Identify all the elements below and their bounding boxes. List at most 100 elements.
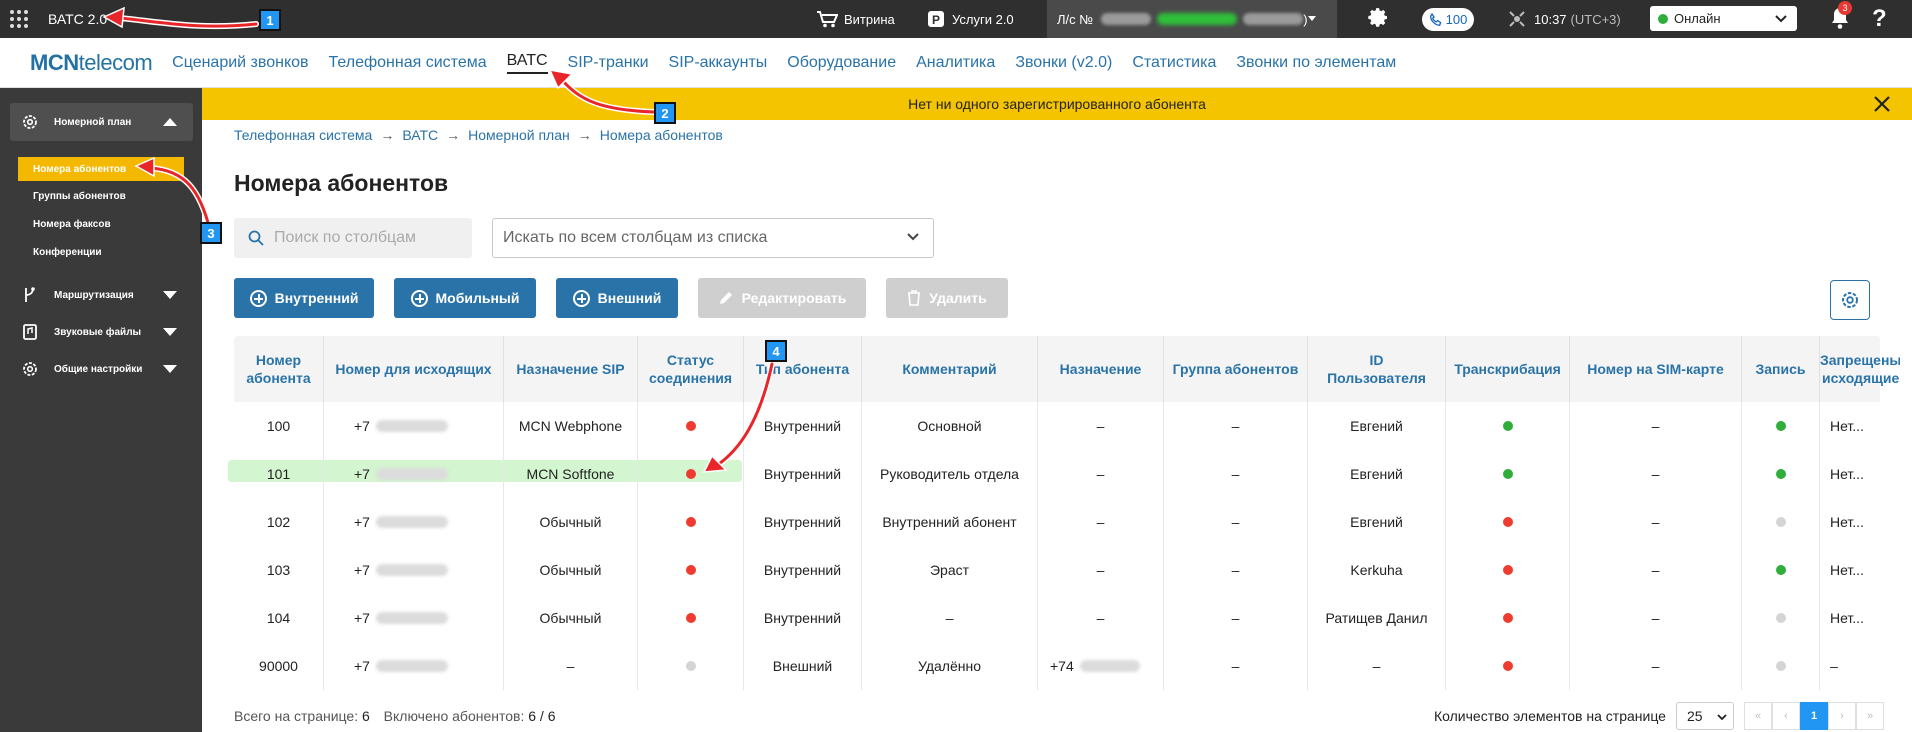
col-header-connection[interactable]: Статус соединения	[638, 336, 744, 402]
breadcrumb-numbering-plan[interactable]: Номерной план	[468, 127, 570, 143]
nav-sip-accounts[interactable]: SIP-аккаунты	[669, 54, 768, 72]
caret-up-icon	[163, 118, 177, 126]
col-header-record[interactable]: Запись	[1742, 336, 1820, 402]
sidebar-group-general-settings[interactable]: Общие настройки	[10, 350, 193, 388]
services-link[interactable]: P Услуги 2.0	[926, 0, 1014, 38]
col-header-type[interactable]: Тип абонента	[744, 336, 862, 402]
table-row[interactable]: 104 +7 Обычный Внутренний – – – Ратищев Данил – Н…	[234, 594, 1880, 642]
nav-calls-v2[interactable]: Звонки (v2.0)	[1015, 54, 1112, 72]
arrow-right-icon: →	[380, 127, 395, 143]
cell-group-text: –	[1231, 658, 1240, 674]
table-row[interactable]: 103 +7 Обычный Внутренний Эраст – – Kerkuha – Нет…	[234, 546, 1880, 594]
col-header-sim[interactable]: Номер на SIM-карте	[1570, 336, 1742, 402]
cell-type-text: Внутренний	[763, 610, 842, 626]
col-header-outgoing[interactable]: Номер для исходящих	[324, 336, 504, 402]
cell-number: 90000	[234, 642, 324, 690]
cell-forbidden: Нет...	[1820, 594, 1880, 642]
logo[interactable]: MCNtelecom	[30, 50, 153, 76]
nav-vats[interactable]: ВАТС	[506, 52, 548, 74]
app-title[interactable]: ВАТС 2.0	[48, 11, 107, 27]
help-icon[interactable]: ?	[1872, 5, 1887, 33]
table-settings-button[interactable]	[1830, 280, 1870, 320]
add-external-button[interactable]: Внешний	[556, 278, 678, 318]
per-page-label: Количество элементов на странице	[1434, 708, 1666, 724]
search-input[interactable]: Поиск по столбцам	[234, 218, 472, 258]
calls-counter[interactable]: 100	[1422, 8, 1474, 31]
sidebar-item-conferences[interactable]: Конференции	[18, 240, 184, 264]
timezone: (UTC+3)	[1570, 11, 1621, 27]
per-page-select[interactable]: 25	[1676, 702, 1734, 730]
table-row[interactable]: 100 +7 MCN Webphone Внутренний Основной – – Евг…	[234, 402, 1880, 450]
breadcrumb-vats[interactable]: ВАТС	[402, 127, 438, 143]
add-internal-button[interactable]: Внутренний	[234, 278, 374, 318]
add-mobile-button[interactable]: Мобильный	[394, 278, 536, 318]
nav-calls-by-elements[interactable]: Звонки по элементам	[1236, 54, 1396, 72]
sidebar-item-subscriber-groups[interactable]: Группы абонентов	[18, 184, 184, 208]
col-header-comment[interactable]: Комментарий	[862, 336, 1038, 402]
current-page[interactable]: 1	[1800, 702, 1828, 730]
cell-number-text: 103	[266, 562, 291, 578]
cell-connection	[638, 498, 744, 546]
table-row[interactable]: 102 +7 Обычный Внутренний Внутренний абонент…	[234, 498, 1880, 546]
chevron-down-icon	[1717, 714, 1727, 720]
col-header-destination[interactable]: Назначение	[1038, 336, 1164, 402]
sidebar-item-subscriber-numbers[interactable]: Номера абонентов	[18, 157, 184, 181]
account-selector[interactable]: Л/с № )	[1047, 0, 1337, 38]
cell-sip: Обычный	[504, 546, 638, 594]
cell-comment: Эраст	[862, 546, 1038, 594]
cell-sim: –	[1570, 498, 1742, 546]
cell-connection	[638, 402, 744, 450]
cell-number-text: 101	[266, 466, 291, 482]
column-filter-select[interactable]: Искать по всем столбцам из списка	[492, 218, 934, 258]
status-dot	[1775, 517, 1786, 527]
prev-page-button[interactable]: ‹	[1772, 702, 1800, 730]
cell-number-text: 104	[266, 610, 291, 626]
apps-grid-icon[interactable]	[10, 10, 28, 28]
gear-icon[interactable]	[1367, 7, 1391, 31]
breadcrumb-subscriber-numbers[interactable]: Номера абонентов	[600, 127, 723, 143]
close-icon[interactable]	[1872, 94, 1892, 114]
sidebar-group-routing[interactable]: Маршрутизация	[10, 276, 193, 314]
cell-comment: Руководитель отдела	[862, 450, 1038, 498]
nav-analytics[interactable]: Аналитика	[916, 54, 995, 72]
cell-forbidden-text: Нет...	[1830, 610, 1864, 626]
nav-equipment[interactable]: Оборудование	[787, 54, 896, 72]
cell-type: Внутренний	[744, 402, 862, 450]
included-value: 6 / 6	[528, 708, 556, 724]
status-dot	[685, 517, 696, 527]
sidebar-group-numbering-plan[interactable]: Номерной план	[10, 103, 193, 141]
last-page-button[interactable]: »	[1856, 702, 1884, 730]
sidebar-group-label: Звуковые файлы	[54, 326, 142, 338]
sidebar-group-label: Общие настройки	[54, 363, 143, 375]
col-header-group[interactable]: Группа абонентов	[1164, 336, 1308, 402]
cell-sim-text: –	[1651, 514, 1660, 530]
cell-number: 103	[234, 546, 324, 594]
cell-comment: Удалённо	[862, 642, 1038, 690]
next-page-button[interactable]: ›	[1828, 702, 1856, 730]
arrow-right-icon: →	[577, 127, 592, 143]
nav-statistics[interactable]: Статистика	[1132, 54, 1216, 72]
edit-button[interactable]: Редактировать	[698, 278, 866, 318]
sidebar-group-sound-files[interactable]: Звуковые файлы	[10, 313, 193, 351]
table-row[interactable]: 90000 +7 – Внешний Удалённо +74 – – – –	[234, 642, 1880, 690]
sidebar-item-fax-numbers[interactable]: Номера факсов	[18, 212, 184, 236]
table-row[interactable]: 101 +7 MCN Softfone Внутренний Руководитель …	[234, 450, 1880, 498]
status-dot	[1502, 613, 1513, 623]
first-page-button[interactable]: «	[1744, 702, 1772, 730]
breadcrumb-phone-system[interactable]: Телефонная система	[234, 127, 372, 143]
col-header-number[interactable]: Номер абонента	[234, 336, 324, 402]
cell-group: –	[1164, 594, 1308, 642]
total-label: Всего на странице:	[234, 708, 359, 724]
nav-sip-trunks[interactable]: SIP-транки	[568, 54, 649, 72]
col-header-forbidden[interactable]: Запрещены исходящие	[1820, 336, 1900, 402]
nav-phone-system[interactable]: Телефонная система	[329, 54, 487, 72]
vitrina-link[interactable]: Витрина	[816, 0, 895, 38]
col-header-user-id[interactable]: ID Пользователя	[1308, 336, 1446, 402]
col-header-sip[interactable]: Назначение SIP	[504, 336, 638, 402]
col-header-transcription[interactable]: Транскрибация	[1446, 336, 1570, 402]
cell-sim: –	[1570, 642, 1742, 690]
status-select[interactable]: Онлайн	[1650, 6, 1797, 31]
cell-forbidden-text: Нет...	[1830, 562, 1864, 578]
delete-button[interactable]: Удалить	[886, 278, 1008, 318]
nav-call-scenario[interactable]: Сценарий звонков	[172, 54, 308, 72]
